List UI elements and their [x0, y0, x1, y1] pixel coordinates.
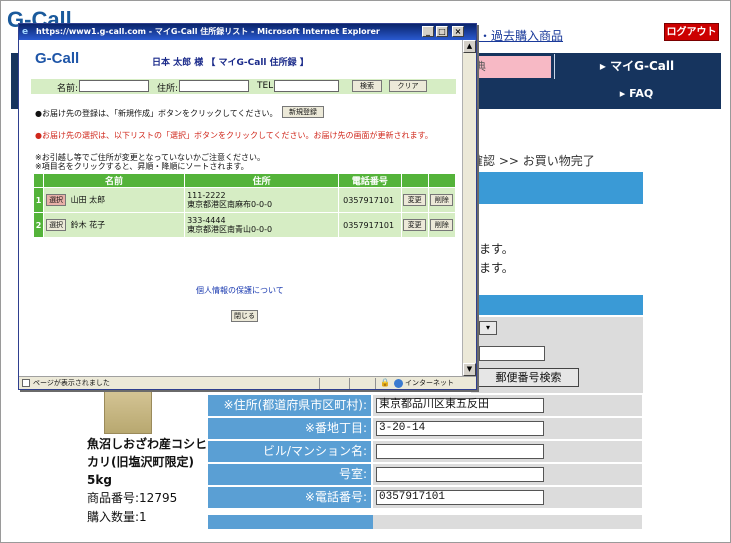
delete-button[interactable]: 削除: [430, 194, 454, 206]
status-text: ページが表示されました: [33, 379, 110, 387]
form-row-building: ビル/マンション名:: [208, 441, 642, 462]
select-info: ●お届け先の選択は、以下リストの「選択」ボタンをクリックしてください。お届け先の…: [35, 131, 433, 140]
row-number: 2: [32, 212, 45, 238]
minimize-icon[interactable]: _: [422, 26, 434, 37]
new-registration-info: ●お届け先の登録は、「新規作成」ボタンをクリックしてください。: [35, 109, 278, 118]
name-label: 名前:: [57, 84, 79, 94]
status-divider: [349, 378, 350, 389]
phone-input[interactable]: 0357917101: [376, 490, 544, 505]
name-search-input[interactable]: [79, 80, 149, 92]
form-label: 号室:: [208, 464, 371, 485]
zone-text: インターネット: [405, 379, 454, 387]
history-link[interactable]: ・過去購入商品: [479, 27, 563, 44]
form-label: ※住所(都道府県市区町村):: [208, 395, 371, 416]
form-label: ビル/マンション名:: [208, 441, 371, 462]
address-label: 住所:: [157, 84, 179, 94]
nav-tab-pink[interactable]: 典: [471, 56, 551, 78]
gcall-logo: G-Call: [35, 50, 80, 67]
edit-button[interactable]: 変更: [403, 194, 427, 206]
row-tel: 0357917101: [338, 187, 402, 213]
form-row-address: ※住所(都道府県市区町村): 東京都品川区東五反田: [208, 395, 642, 416]
col-delete: [427, 173, 457, 188]
zip-input[interactable]: [479, 346, 545, 361]
select-button[interactable]: 選択: [46, 219, 67, 231]
select-button[interactable]: 選択: [46, 194, 67, 206]
form-row-room: 号室:: [208, 464, 642, 485]
nav-faq[interactable]: ▸ FAQ: [554, 83, 719, 105]
zip-search-button[interactable]: 郵便番号検索: [478, 368, 579, 387]
new-registration-button[interactable]: 新規登録: [282, 106, 324, 118]
status-divider: [375, 378, 376, 389]
edit-button[interactable]: 変更: [403, 219, 427, 231]
form-label: ※番地丁目:: [208, 418, 371, 439]
row-address: 東京都港区南青山0-0-0: [187, 225, 273, 234]
maximize-icon[interactable]: □: [436, 26, 448, 37]
close-icon[interactable]: ×: [452, 26, 464, 37]
col-address[interactable]: 住所: [184, 173, 340, 188]
clear-button[interactable]: クリア: [389, 80, 427, 92]
col-tel[interactable]: 電話番号: [338, 173, 402, 188]
message-line-1: ます。: [479, 242, 514, 256]
form-row-phone: ※電話番号: 0357917101: [208, 487, 642, 508]
address-input[interactable]: 東京都品川区東五反田: [376, 398, 544, 413]
form-row-street: ※番地丁目: 3-20-14: [208, 418, 642, 439]
section-header-bar: [471, 172, 643, 204]
lock-icon: 🔒: [380, 378, 390, 387]
row-zip: 111-2222: [187, 191, 226, 200]
close-button[interactable]: 閉じる: [231, 310, 258, 322]
window-title: https://www1.g-call.com - マイG-Call 住所録リス…: [36, 27, 380, 36]
status-bar: ページが表示されました 🔒 インターネット: [19, 376, 476, 389]
scroll-down-icon[interactable]: ▼: [463, 363, 476, 376]
popup-heading: 日本 太郎 様 【 マイG-Call 住所録 】: [152, 58, 309, 68]
form-header-bar: [471, 295, 643, 315]
row-name: 鈴木 花子: [70, 220, 106, 230]
note-sort: ※項目名をクリックすると、昇順・降順にソートされます。: [35, 162, 249, 171]
popup-content: G-Call 日本 太郎 様 【 マイG-Call 住所録 】 名前: 住所: …: [19, 40, 462, 376]
row-tel: 0357917101: [338, 212, 402, 238]
row-number: 1: [32, 187, 45, 213]
privacy-link[interactable]: 個人情報の保護について: [196, 285, 284, 296]
tel-search-input[interactable]: [274, 80, 339, 92]
table-row: 2 選択 鈴木 花子 333-4444 東京都港区南青山0-0-0 035791…: [32, 212, 457, 238]
product-name: 魚沼しおざわ産コシヒカリ(旧塩沢町限定) 5kg: [87, 437, 208, 487]
status-divider: [319, 378, 320, 389]
room-input[interactable]: [376, 467, 544, 482]
vertical-scrollbar[interactable]: ▲ ▼: [462, 40, 476, 376]
row-zip: 333-4444: [187, 216, 226, 225]
logout-button[interactable]: ログアウト: [664, 23, 719, 41]
address-book-popup: e https://www1.g-call.com - マイG-Call 住所録…: [18, 23, 477, 390]
page-icon: [22, 379, 30, 387]
screen: G-Call ・過去購入商品 ログアウト 典 ▸ マイG-Call ▸ FAQ …: [0, 0, 731, 543]
row-address: 東京都港区南麻布0-0-0: [187, 200, 273, 209]
message-line-2: ます。: [479, 261, 514, 275]
address-search-input[interactable]: [179, 80, 249, 92]
table-row: 1 選択 山田 太郎 111-2222 東京都港区南麻布0-0-0 035791…: [32, 187, 457, 213]
internet-zone-icon: [394, 379, 403, 388]
product-code: 商品番号:12795: [87, 491, 178, 505]
col-num: [32, 173, 45, 188]
col-name[interactable]: 名前: [43, 173, 186, 188]
product-qty: 購入数量:1: [87, 510, 147, 524]
search-bar: 名前: 住所: TEL: 検索 クリア: [31, 79, 456, 94]
row-name: 山田 太郎: [70, 195, 106, 205]
street-input[interactable]: 3-20-14: [376, 421, 544, 436]
delete-button[interactable]: 削除: [430, 219, 454, 231]
prefecture-select[interactable]: ▾: [479, 321, 497, 335]
building-input[interactable]: [376, 444, 544, 459]
checkout-steps: 確認 >> お買い物完了: [471, 154, 595, 168]
popup-title-bar: e https://www1.g-call.com - マイG-Call 住所録…: [19, 24, 476, 40]
col-edit: [400, 173, 429, 188]
form-label: ※電話番号:: [208, 487, 371, 508]
ie-icon: e: [22, 27, 29, 37]
nav-mygcall[interactable]: ▸ マイG-Call: [554, 54, 719, 79]
form-cell-partial: [373, 515, 642, 529]
address-table: 名前 住所 電話番号 1 選択 山田 太郎 111-2222 東京都港区南麻布0…: [32, 173, 457, 238]
scroll-up-icon[interactable]: ▲: [463, 40, 476, 53]
product-image: [104, 384, 152, 434]
search-button[interactable]: 検索: [352, 80, 382, 92]
